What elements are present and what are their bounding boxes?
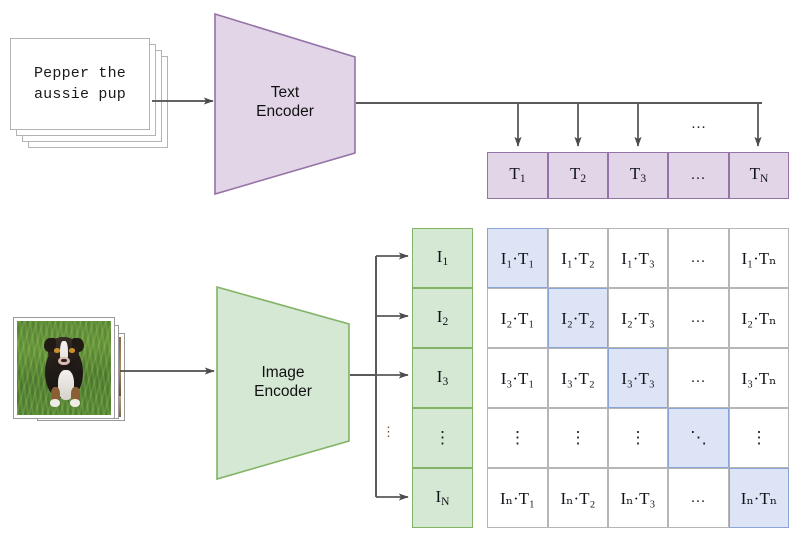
puppy-photo xyxy=(17,321,111,415)
matrix-cell-3-1[interactable]: I₃·T₁ xyxy=(487,348,548,408)
text-embedding-label-1: T1 xyxy=(509,164,526,186)
text-embedding-cell-ellipsis: … xyxy=(668,152,729,199)
matrix-cell-label-2-n: I₂·Tₙ xyxy=(741,308,777,328)
image-encoder-label-line2: Encoder xyxy=(254,383,312,400)
text-embedding-label-ellipsis: … xyxy=(690,167,707,183)
matrix-cell-2-n[interactable]: I₂·Tₙ xyxy=(729,288,789,348)
matrix-cell-label-4-diagonal: ⋱ xyxy=(690,428,707,447)
text-embedding-cell-2[interactable]: T2 xyxy=(548,152,608,199)
matrix-cell-n-1[interactable]: Iₙ·T₁ xyxy=(487,468,548,528)
matrix-cell-label-n-2: Iₙ·T₂ xyxy=(560,488,596,508)
image-embedding-label-n: IN xyxy=(435,486,450,508)
matrix-cell-label-4-2: ⋮ xyxy=(569,428,587,448)
text-bus-ellipsis: … xyxy=(691,116,707,132)
matrix-cell-4-3: ⋮ xyxy=(608,408,668,468)
text-embedding-label-2: T2 xyxy=(569,164,587,186)
matrix-cell-label-4-3: ⋮ xyxy=(629,428,647,448)
matrix-cell-1-n[interactable]: I₁·Tₙ xyxy=(729,228,789,288)
text-embedding-cell-1[interactable]: T1 xyxy=(487,152,548,199)
matrix-cell-label-3-ellipsis: … xyxy=(690,369,707,386)
matrix-cell-label-3-3: I₃·T₃ xyxy=(621,368,655,388)
text-embedding-cell-n[interactable]: TN xyxy=(729,152,789,199)
image-embedding-label-1: I1 xyxy=(436,246,449,268)
text-encoder-label-line2: Encoder xyxy=(256,103,314,120)
matrix-cell-1-1[interactable]: I₁·T₁ xyxy=(487,228,548,288)
matrix-cell-3-n[interactable]: I₃·Tₙ xyxy=(729,348,789,408)
image-encoder-label-line1: Image xyxy=(261,364,305,381)
matrix-cell-label-3-2: I₃·T₂ xyxy=(561,368,595,388)
matrix-cell-3-2[interactable]: I₃·T₂ xyxy=(548,348,608,408)
matrix-cell-label-1-3: I₁·T₃ xyxy=(621,248,655,268)
matrix-cell-n-ellipsis: … xyxy=(668,468,729,528)
matrix-cell-label-1-1: I₁·T₁ xyxy=(500,248,535,268)
matrix-cell-label-n-3: Iₙ·T₃ xyxy=(620,488,656,508)
matrix-cell-label-3-n: I₃·Tₙ xyxy=(741,368,777,388)
text-encoder-shape: Text Encoder xyxy=(214,12,356,196)
image-encoder-shape: Image Encoder xyxy=(216,285,350,481)
matrix-cell-label-1-2: I₁·T₂ xyxy=(561,248,595,268)
matrix-cell-n-3[interactable]: Iₙ·T₃ xyxy=(608,468,668,528)
matrix-cell-4-diagonal: ⋱ xyxy=(668,408,729,468)
matrix-cell-label-4-1: ⋮ xyxy=(509,428,526,448)
matrix-cell-label-2-2: I₂·T₂ xyxy=(561,308,595,328)
matrix-cell-1-3[interactable]: I₁·T₃ xyxy=(608,228,668,288)
matrix-cell-4-n: ⋮ xyxy=(729,408,789,468)
matrix-cell-1-ellipsis: … xyxy=(668,228,729,288)
text-encoder-label: Text Encoder xyxy=(214,83,356,121)
image-embedding-cell-1[interactable]: I1 xyxy=(412,228,473,288)
matrix-cell-2-ellipsis: … xyxy=(668,288,729,348)
image-encoder-label: Image Encoder xyxy=(216,363,350,401)
image-bus-ellipsis: ⋮ xyxy=(382,424,395,439)
text-card-front: Pepper the aussie pup xyxy=(10,38,150,130)
text-prompt-label: Pepper the aussie pup xyxy=(33,65,126,103)
text-embedding-cell-3[interactable]: T3 xyxy=(608,152,668,199)
photo-card-front xyxy=(14,318,114,418)
image-embedding-cell-3[interactable]: I3 xyxy=(412,348,473,408)
matrix-cell-3-3[interactable]: I₃·T₃ xyxy=(608,348,668,408)
diagram-canvas: Pepper the aussie pup Text Encoder Image… xyxy=(0,0,806,537)
matrix-cell-label-n-ellipsis: … xyxy=(690,489,707,506)
text-embedding-label-3: T3 xyxy=(629,164,647,186)
matrix-cell-label-2-1: I₂·T₁ xyxy=(500,308,535,328)
matrix-cell-1-2[interactable]: I₁·T₂ xyxy=(548,228,608,288)
matrix-cell-label-n-n: Iₙ·Tₙ xyxy=(740,488,778,508)
matrix-cell-4-2: ⋮ xyxy=(548,408,608,468)
matrix-cell-n-n[interactable]: Iₙ·Tₙ xyxy=(729,468,789,528)
matrix-cell-label-1-n: I₁·Tₙ xyxy=(741,248,777,268)
matrix-cell-label-3-1: I₃·T₁ xyxy=(500,368,535,388)
image-embedding-cell-n[interactable]: IN xyxy=(412,468,473,528)
matrix-cell-label-2-3: I₂·T₃ xyxy=(621,308,655,328)
matrix-cell-4-1: ⋮ xyxy=(487,408,548,468)
image-embedding-cell-ellipsis: ⋮ xyxy=(412,408,473,468)
image-embedding-label-3: I3 xyxy=(436,366,449,388)
matrix-cell-2-2[interactable]: I₂·T₂ xyxy=(548,288,608,348)
matrix-cell-n-2[interactable]: Iₙ·T₂ xyxy=(548,468,608,528)
text-encoder-label-line1: Text xyxy=(270,84,300,101)
matrix-cell-2-1[interactable]: I₂·T₁ xyxy=(487,288,548,348)
matrix-cell-2-3[interactable]: I₂·T₃ xyxy=(608,288,668,348)
matrix-cell-label-1-ellipsis: … xyxy=(690,249,707,266)
matrix-cell-label-n-1: Iₙ·T₁ xyxy=(500,488,535,508)
image-embedding-label-2: I2 xyxy=(436,306,449,328)
matrix-cell-label-2-ellipsis: … xyxy=(690,309,707,326)
image-embedding-label-ellipsis: ⋮ xyxy=(434,428,451,448)
matrix-cell-label-4-n: ⋮ xyxy=(750,428,768,448)
text-embedding-label-n: TN xyxy=(749,164,769,186)
image-embedding-cell-2[interactable]: I2 xyxy=(412,288,473,348)
matrix-cell-3-ellipsis: … xyxy=(668,348,729,408)
